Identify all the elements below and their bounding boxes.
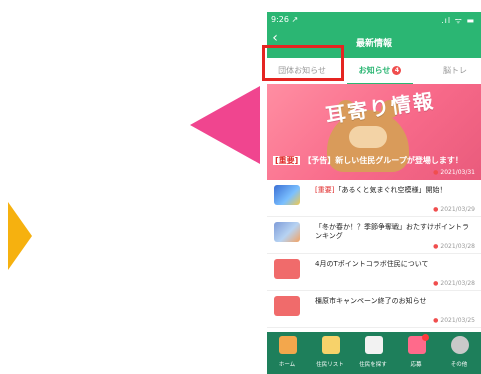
news-title: 4月のTポイントコラボ住民について	[315, 260, 475, 269]
news-date-text: 2021/03/29	[440, 206, 475, 213]
dot-icon: ●	[433, 280, 439, 287]
news-title-text: 「冬か春か！？季節争奪戦」おたすけポイントランキング	[315, 223, 469, 240]
news-date: ● 2021/03/28	[433, 280, 475, 287]
news-date: ● 2021/03/29	[433, 206, 475, 213]
list-item[interactable]: 「冬か春か！？季節争奪戦」おたすけポイントランキング ● 2021/03/28	[267, 217, 481, 254]
news-title-text: 橿原市キャンペーン終了のお知らせ	[315, 297, 427, 305]
nav-find-residents[interactable]: 住民を探す	[353, 332, 393, 374]
highlight-box	[262, 45, 344, 81]
list-item[interactable]: 4月のTポイントコラボ住民について ● 2021/03/28	[267, 254, 481, 291]
tab-label: 脳トレ	[443, 66, 467, 75]
featured-banner[interactable]: 耳寄り情報 [重要] 【予告】新しい住民グループが登場します！ ● 2021/03/…	[267, 84, 481, 180]
news-date: ● 2021/03/28	[433, 243, 475, 250]
thumbnail-image	[274, 259, 300, 279]
notification-dot	[422, 334, 429, 341]
nav-resident-list[interactable]: 住民リスト	[310, 332, 350, 374]
resident-list-icon	[322, 336, 340, 354]
news-date-text: 2021/03/28	[440, 280, 475, 287]
news-title: 「冬か春か！？季節争奪戦」おたすけポイントランキング	[315, 223, 475, 241]
notification-badge: 4	[392, 66, 402, 75]
news-date: ● 2021/03/25	[433, 317, 475, 324]
banner-headline-text: 【予告】新しい住民グループが登場します！	[303, 156, 463, 165]
news-title: 橿原市キャンペーン終了のお知らせ	[315, 297, 475, 306]
dot-icon: ●	[433, 317, 439, 324]
gear-icon	[451, 336, 469, 354]
banner-date-text: 2021/03/31	[440, 169, 475, 176]
important-tag: [重要]	[273, 156, 301, 165]
orange-arrow-icon	[8, 202, 32, 270]
banner-date: ● 2021/03/31	[433, 169, 475, 176]
thumbnail-image	[274, 185, 300, 205]
list-item[interactable]: 橿原市キャンペーン終了のお知らせ ● 2021/03/25	[267, 291, 481, 328]
news-title-text: 「あるくと気まぐれ空模様」開始！	[334, 186, 447, 194]
dot-icon: ●	[433, 169, 439, 176]
news-date-text: 2021/03/25	[440, 317, 475, 324]
nav-label: 応募	[410, 362, 422, 368]
dot-icon: ●	[433, 243, 439, 250]
news-list: [重要]「あるくと気まぐれ空模様」開始！ ● 2021/03/29 「冬か春か！？…	[267, 180, 481, 328]
mascot-face	[349, 126, 387, 148]
tab-notices[interactable]: お知らせ 4	[345, 58, 415, 84]
important-tag: [重要]	[315, 186, 335, 194]
nav-home[interactable]: ホーム	[267, 332, 307, 374]
news-title: [重要]「あるくと気まぐれ空模様」開始！	[315, 186, 475, 195]
status-time: 9:26 ↗	[271, 15, 299, 24]
thumbnail-image	[274, 222, 300, 242]
news-title-text: 4月のTポイントコラボ住民について	[315, 260, 429, 268]
thumbnail-image	[274, 296, 300, 316]
home-icon	[279, 336, 297, 354]
binoculars-icon	[365, 336, 383, 354]
nav-label: ホーム	[278, 362, 296, 368]
nav-label: 住民リスト	[316, 362, 344, 368]
tab-label: お知らせ	[358, 66, 391, 75]
news-date-text: 2021/03/28	[440, 243, 475, 250]
nav-label: 住民を探す	[359, 362, 387, 368]
pink-arrow-icon	[190, 86, 260, 164]
list-item[interactable]: [重要]「あるくと気まぐれ空模様」開始！ ● 2021/03/29	[267, 180, 481, 217]
tab-brain-training[interactable]: 脳トレ	[433, 58, 477, 84]
nav-apply[interactable]: 応募	[396, 332, 436, 374]
dot-icon: ●	[433, 206, 439, 213]
banner-headline: [重要] 【予告】新しい住民グループが登場します！	[273, 156, 473, 166]
nav-other[interactable]: その他	[439, 332, 479, 374]
bottom-navigation: ホーム 住民リスト 住民を探す 応募 その他	[267, 332, 481, 374]
nav-label: その他	[450, 362, 468, 368]
status-icons: .ıl ᯤ ▬	[441, 16, 475, 25]
